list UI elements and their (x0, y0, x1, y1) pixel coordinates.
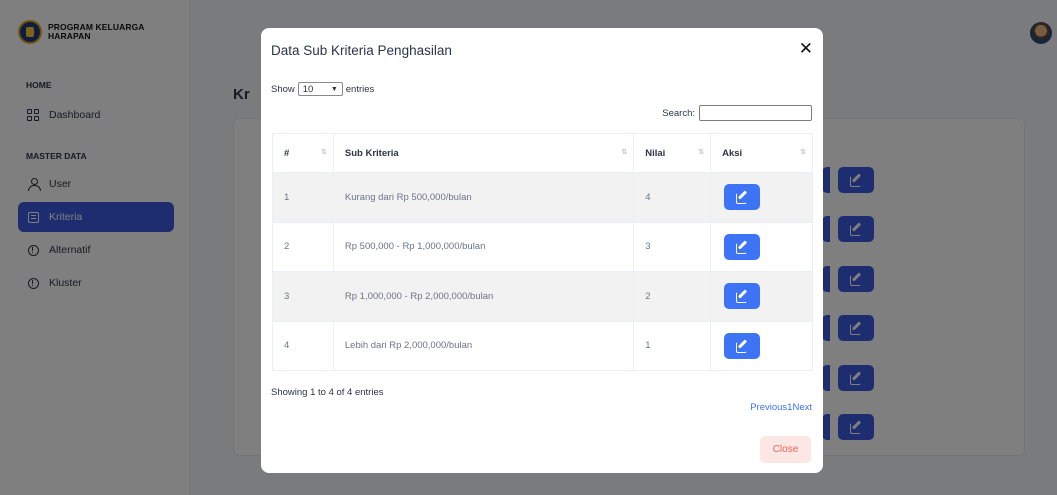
row-number: 1 (272, 172, 334, 223)
table-header-row: # ⇅ Sub Kriteria ⇅ Nilai ⇅ Aksi ⇅ (272, 133, 813, 173)
column-header-label: Aksi (722, 147, 743, 159)
table-row: 3 Rp 1,000,000 - Rp 2,000,000/bulan 2 (272, 271, 813, 322)
row-number: 4 (272, 320, 334, 371)
edit-icon (736, 290, 748, 304)
row-nilai: 2 (633, 271, 712, 322)
column-header-label: # (284, 147, 290, 159)
row-actions (710, 221, 813, 272)
sub-kriteria-modal: Data Sub Kriteria Penghasilan ✕ Show 10 … (261, 28, 823, 473)
row-number: 2 (272, 221, 334, 272)
row-sub-kriteria: Rp 500,000 - Rp 1,000,000/bulan (332, 221, 635, 272)
row-nilai: 3 (633, 221, 712, 272)
sort-icon: ⇅ (800, 149, 806, 156)
show-label: Show (271, 83, 295, 95)
pagination-next[interactable]: Next (792, 402, 812, 413)
row-sub-kriteria: Rp 1,000,000 - Rp 2,000,000/bulan (332, 271, 635, 322)
search-control: Search: (662, 105, 812, 121)
entries-length-control: Show 10 ▼ entries (271, 82, 374, 96)
pagination-previous[interactable]: Previous (750, 402, 787, 413)
modal-title: Data Sub Kriteria Penghasilan (271, 43, 452, 58)
sort-icon: ⇅ (321, 149, 327, 156)
sub-kriteria-table: # ⇅ Sub Kriteria ⇅ Nilai ⇅ Aksi ⇅ 1 Kurang d… (272, 133, 813, 371)
pagination: Previous 1 Next (750, 402, 812, 413)
edit-icon (736, 241, 748, 254)
table-info: Showing 1 to 4 of 4 entries (271, 387, 384, 398)
edit-button[interactable] (724, 283, 761, 310)
edit-icon (736, 191, 748, 205)
edit-icon (736, 340, 748, 353)
row-actions (710, 172, 813, 223)
close-icon[interactable]: ✕ (799, 40, 813, 57)
edit-button[interactable] (724, 233, 761, 260)
edit-button[interactable] (724, 332, 761, 359)
close-button[interactable]: Close (760, 436, 811, 463)
column-header-number[interactable]: # ⇅ (272, 133, 334, 173)
column-header-nilai[interactable]: Nilai ⇅ (633, 133, 712, 173)
search-input[interactable] (699, 105, 812, 121)
sort-icon: ⇅ (621, 149, 627, 156)
edit-button[interactable] (724, 184, 761, 211)
row-number: 3 (272, 271, 334, 322)
column-header-label: Nilai (645, 147, 666, 159)
entries-select[interactable]: 10 ▼ (297, 82, 343, 96)
row-sub-kriteria: Lebih dari Rp 2,000,000/bulan (332, 320, 635, 371)
entries-select-value: 10 (302, 83, 314, 95)
row-actions (710, 320, 813, 371)
row-sub-kriteria: Kurang dari Rp 500,000/bulan (332, 172, 635, 223)
table-row: 2 Rp 500,000 - Rp 1,000,000/bulan 3 (272, 221, 813, 272)
row-nilai: 4 (633, 172, 712, 223)
table-row: 4 Lebih dari Rp 2,000,000/bulan 1 (272, 320, 813, 371)
row-nilai: 1 (633, 320, 712, 371)
entries-label: entries (345, 83, 375, 95)
column-header-sub-kriteria[interactable]: Sub Kriteria ⇅ (332, 133, 635, 173)
sort-icon: ⇅ (698, 149, 704, 156)
chevron-down-icon: ▼ (330, 85, 338, 93)
column-header-aksi[interactable]: Aksi ⇅ (710, 133, 813, 173)
column-header-label: Sub Kriteria (344, 147, 399, 159)
row-actions (710, 271, 813, 322)
search-label: Search: (662, 107, 695, 119)
table-row: 1 Kurang dari Rp 500,000/bulan 4 (272, 172, 813, 223)
